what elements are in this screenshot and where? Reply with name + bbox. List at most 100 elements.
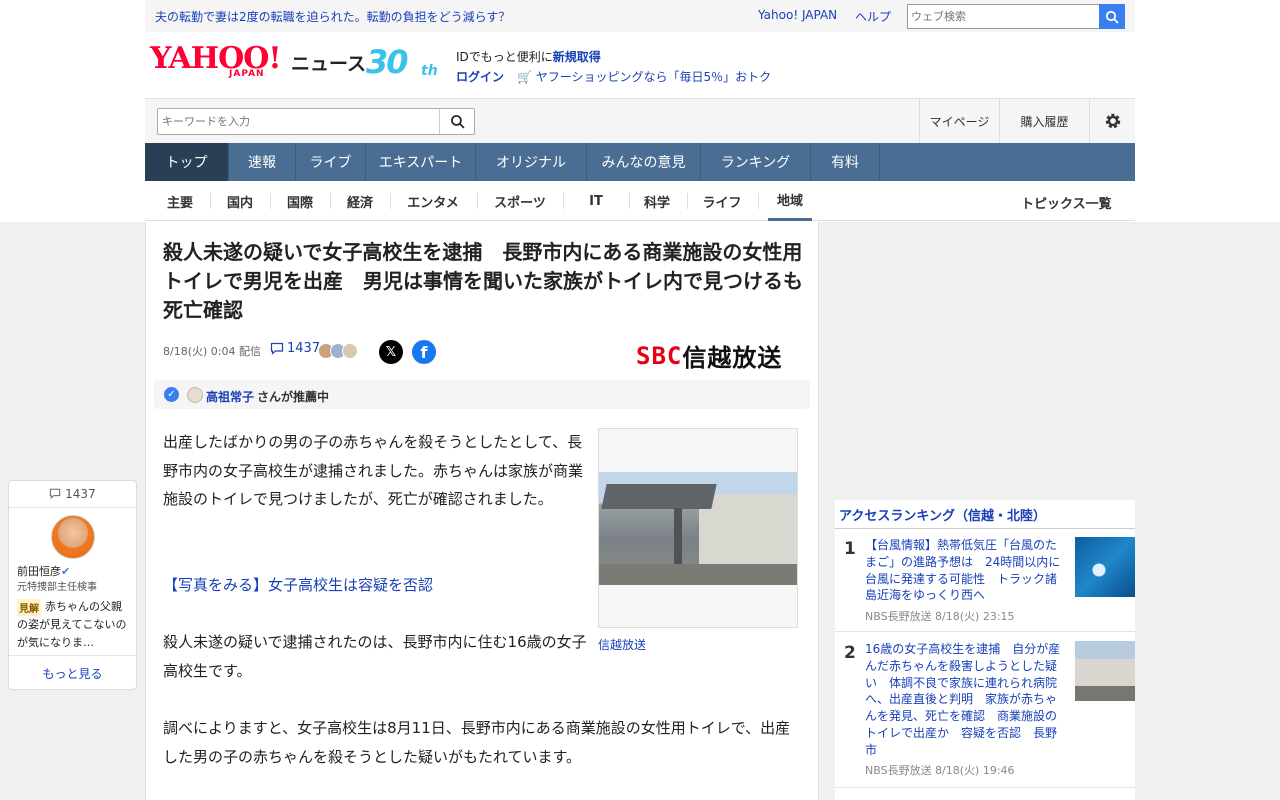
category-domestic[interactable]: 国内 (218, 181, 262, 221)
ranking-item[interactable]: 1 【台風情報】熱帯低気圧「台風のたまご」の進路予想は 24時間以内に台風に発達… (835, 537, 1135, 627)
announcement-link[interactable]: 夫の転勤で妻は2度の転職を迫られた。転勤の負担をどう減らす？ (155, 8, 510, 25)
site-header: 夫の転勤で妻は2度の転職を迫られた。転勤の負担をどう減らす？ Yahoo! JA… (0, 0, 1280, 222)
web-search-button[interactable] (1099, 4, 1125, 29)
access-ranking: アクセスランキング（信越・北陸） 1 【台風情報】熱帯低気圧「台風のたまご」の進… (835, 500, 1135, 800)
mypage-link[interactable]: マイページ (919, 99, 999, 143)
category-divider (390, 193, 391, 209)
nav-live[interactable]: ライブ (296, 143, 366, 181)
verified-check-icon: ✓ (164, 387, 179, 402)
category-economy[interactable]: 経済 (338, 181, 382, 221)
ranking-thumbnail[interactable] (1075, 537, 1135, 597)
ranking-title[interactable]: アクセスランキング（信越・北陸） (839, 505, 1046, 524)
expert-name-text: 前田恒彦 (17, 565, 61, 578)
avatar (342, 343, 358, 359)
anniversary-logo: 30 (366, 43, 409, 81)
x-icon: 𝕏 (385, 344, 397, 360)
category-main[interactable]: 主要 (158, 181, 202, 221)
shopping-promo-link[interactable]: 🛒 ヤフーショッピングなら「毎日5％」おトク (517, 68, 771, 85)
comment-panel-count[interactable]: 1437 (9, 487, 136, 501)
cart-icon: 🛒 (517, 70, 532, 84)
category-entertainment[interactable]: エンタメ (398, 181, 468, 221)
yahoo-japan-link[interactable]: Yahoo! JAPAN (758, 8, 837, 22)
photo-building (699, 494, 797, 564)
topics-list-link[interactable]: トピックス一覧 (1021, 193, 1112, 212)
nav-expert[interactable]: エキスパート (366, 143, 476, 181)
category-divider (687, 193, 688, 209)
comment-panel-count-value: 1437 (65, 487, 96, 501)
facebook-icon: f (420, 342, 428, 362)
category-world[interactable]: 国際 (278, 181, 322, 221)
divider (835, 528, 1135, 529)
floating-comment-panel: 1437 前田恒彦✔ 元特捜部主任検事 赤ちゃんの父親の姿が見えてこないのが気に… (8, 480, 137, 690)
ranking-item[interactable]: 2 16歳の女子高校生を逮捕 自分が産んだ赤ちゃんを殺害しようとした疑い 体調不… (835, 641, 1135, 781)
nav-opinion[interactable]: みんなの意見 (587, 143, 701, 181)
category-life[interactable]: ライフ (695, 181, 749, 221)
recommender-suffix: さんが推薦中 (257, 390, 330, 404)
announcement-bar: 夫の転勤で妻は2度の転職を迫られた。転勤の負担をどう減らす？ Yahoo! JA… (145, 0, 1135, 32)
help-link[interactable]: ヘルプ (855, 8, 891, 25)
id-promo-text: IDでもっと便利に (456, 50, 553, 64)
comment-count-value: 1437 (287, 341, 321, 356)
category-divider (270, 193, 271, 209)
photo-pillar (674, 508, 682, 568)
ranking-thumbnail[interactable] (1075, 641, 1135, 701)
category-divider (210, 193, 211, 209)
photo-credit-link[interactable]: 信越放送 (598, 636, 646, 653)
search-icon (1105, 10, 1119, 24)
category-divider (330, 193, 331, 209)
search-icon (450, 115, 465, 129)
purchase-history-link[interactable]: 購入履歴 (999, 99, 1089, 143)
ranking-number: 1 (844, 539, 856, 559)
expert-name[interactable]: 前田恒彦✔ (17, 563, 70, 579)
anniversary-logo-suffix: th (421, 63, 438, 79)
ranking-headline[interactable]: 16歳の女子高校生を逮捕 自分が産んだ赤ちゃんを殺害しようとした疑い 体調不良で… (865, 641, 1063, 759)
article-photo[interactable] (598, 428, 798, 628)
category-nav: 主要 国内 国際 経済 エンタメ スポーツ IT 科学 ライフ 地域 トピックス… (145, 181, 1135, 221)
comment-icon (50, 488, 61, 499)
share-x-button[interactable]: 𝕏 (379, 340, 403, 364)
main-nav: トップ 速報 ライブ エキスパート オリジナル みんなの意見 ランキング 有料 (145, 143, 1135, 181)
nav-paid[interactable]: 有料 (811, 143, 880, 181)
keyword-search-input[interactable] (157, 108, 475, 135)
share-facebook-button[interactable]: f (412, 340, 436, 364)
opinion-badge: 見解 (17, 599, 41, 616)
building-photo (599, 472, 797, 585)
nav-breaking[interactable]: 速報 (229, 143, 296, 181)
comment-count-link[interactable]: 1437 (270, 341, 320, 356)
settings-button[interactable] (1089, 99, 1135, 143)
publisher-logo[interactable]: SBC 信越放送 (636, 338, 782, 373)
publisher-logo-name: 信越放送 (682, 344, 783, 372)
publisher-logo-mark: SBC (636, 341, 683, 370)
ranking-meta: NBS長野放送 8/18(火) 19:46 (865, 764, 1015, 777)
ranking-number: 2 (844, 643, 856, 663)
category-sports[interactable]: スポーツ (485, 181, 555, 221)
recommender-name-link[interactable]: 高祖常子 (206, 388, 254, 405)
search-bar: マイページ 購入履歴 (145, 98, 1135, 143)
nav-original[interactable]: オリジナル (476, 143, 587, 181)
ranking-headline[interactable]: 【台風情報】熱帯低気圧「台風のたまご」の進路予想は 24時間以内に台風に発達する… (865, 537, 1063, 604)
category-local[interactable]: 地域 (768, 181, 812, 221)
signup-link[interactable]: 新規取得 (553, 50, 601, 64)
avatar (187, 387, 203, 403)
divider (835, 787, 1135, 788)
nav-top[interactable]: トップ (145, 143, 229, 181)
article: 殺人未遂の疑いで女子高校生を逮捕 長野市内にある商業施設の女性用トイレで男児を出… (145, 222, 819, 800)
login-link[interactable]: ログイン (456, 68, 504, 85)
photo-gallery-link[interactable]: 【写真をみる】女子高校生は容疑を否認 (163, 571, 433, 600)
web-search-input[interactable] (907, 4, 1100, 29)
comment-icon (270, 342, 284, 355)
category-science[interactable]: 科学 (635, 181, 679, 221)
yahoo-logo-sub: JAPAN (229, 69, 265, 79)
category-it[interactable]: IT (571, 181, 621, 221)
photo-canopy (601, 484, 717, 509)
divider (9, 507, 136, 508)
nav-ranking[interactable]: ランキング (701, 143, 811, 181)
category-divider (563, 193, 564, 209)
article-date: 8/18(火) 0:04 配信 (163, 345, 261, 358)
avatar[interactable] (51, 515, 95, 559)
see-more-comments-link[interactable]: もっと見る (9, 665, 136, 682)
news-logo-text[interactable]: ニュース (291, 49, 366, 76)
article-headline: 殺人未遂の疑いで女子高校生を逮捕 長野市内にある商業施設の女性用トイレで男児を出… (163, 240, 803, 322)
keyword-search-button[interactable] (439, 109, 474, 134)
id-promo: IDでもっと便利に新規取得 (456, 48, 601, 65)
